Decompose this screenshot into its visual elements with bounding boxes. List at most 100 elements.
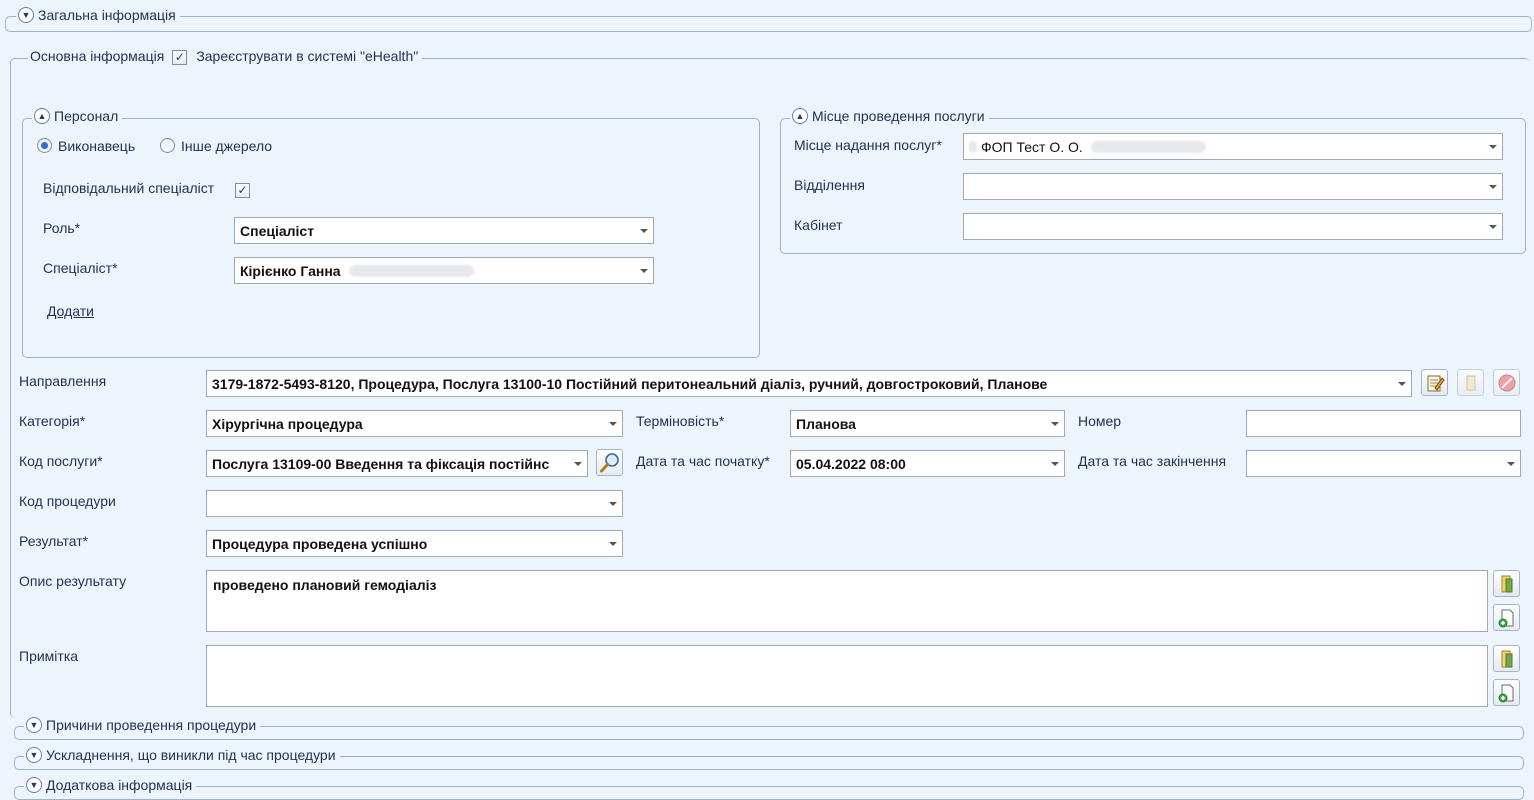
department-label: Відділення: [794, 177, 865, 193]
department-select[interactable]: [963, 173, 1503, 200]
complications-section-header[interactable]: ▼ Ускладнення, що виникли під час процед…: [24, 747, 340, 763]
procedure-code-label: Код процедури: [19, 493, 116, 509]
role-label: Роль*: [43, 220, 81, 236]
folder-icon: [1466, 375, 1475, 390]
result-description-label: Опис результату: [19, 573, 127, 589]
additional-section-title: Додаткова інформація: [46, 777, 193, 793]
end-datetime-select[interactable]: [1246, 450, 1521, 477]
result-description-value: проведено плановий гемодіаліз: [213, 577, 437, 593]
redacted-mask: [1090, 140, 1206, 153]
redacted-mask: [348, 264, 474, 277]
chevron-down-icon[interactable]: ▼: [26, 777, 42, 793]
radio-executor-label: Виконавець: [58, 138, 136, 154]
note-add-document-button[interactable]: [1493, 679, 1520, 706]
referral-select[interactable]: 3179-1872-5493-8120, Процедура, Послуга …: [206, 370, 1412, 397]
redacted-mask: [969, 140, 977, 153]
referral-value: 3179-1872-5493-8120, Процедура, Послуга …: [212, 375, 1048, 392]
dropdown-arrow-icon[interactable]: [1051, 461, 1059, 466]
clear-referral-button[interactable]: [1493, 369, 1520, 396]
location-header[interactable]: ▲ Місце проведення послуги: [790, 108, 989, 124]
chevron-down-icon[interactable]: ▼: [26, 717, 42, 733]
role-value: Спеціаліст: [240, 222, 315, 239]
add-document-icon: [1498, 609, 1513, 627]
note-textarea[interactable]: [206, 645, 1488, 707]
category-label: Категорія*: [19, 413, 86, 429]
responsible-specialist-checkbox[interactable]: ✓: [235, 183, 250, 198]
specialist-label: Спеціаліст*: [43, 260, 118, 276]
edit-referral-button[interactable]: [1421, 369, 1448, 396]
start-datetime-label: Дата та час початку*: [636, 453, 770, 469]
service-code-select[interactable]: Послуга 13109-00 Введення та фіксація по…: [206, 450, 588, 477]
chevron-down-icon[interactable]: ▼: [18, 7, 34, 23]
chevron-up-icon[interactable]: ▲: [792, 108, 808, 124]
note-template-button[interactable]: [1493, 645, 1520, 672]
start-datetime-select[interactable]: 05.04.2022 08:00: [790, 450, 1065, 477]
result-select[interactable]: Процедура проведена успішно: [206, 530, 623, 557]
complications-section-title: Ускладнення, що виникли під час процедур…: [46, 747, 336, 763]
radio-executor[interactable]: [37, 138, 52, 153]
main-info-header: Основна інформація ✓ Зареєструвати в сис…: [28, 48, 423, 65]
result-add-document-button[interactable]: [1493, 604, 1520, 631]
cabinet-select[interactable]: [963, 213, 1503, 240]
chevron-down-icon[interactable]: ▼: [26, 747, 42, 763]
specialist-select[interactable]: Кірієнко Ганна: [234, 257, 654, 284]
open-referral-button[interactable]: [1457, 369, 1484, 396]
dropdown-arrow-icon[interactable]: [1051, 421, 1059, 426]
dropdown-arrow-icon[interactable]: [1489, 144, 1497, 149]
dropdown-arrow-icon[interactable]: [640, 228, 648, 233]
dropdown-arrow-icon[interactable]: [1507, 461, 1515, 466]
dropdown-arrow-icon[interactable]: [1398, 381, 1406, 386]
notepad-edit-icon: [1427, 375, 1445, 391]
specialist-value: Кірієнко Ганна: [240, 262, 341, 279]
service-place-select[interactable]: ФОП Тест О. О.: [963, 133, 1503, 160]
book-icon: [1501, 575, 1512, 592]
service-code-label: Код послуги*: [19, 453, 103, 469]
result-description-textarea[interactable]: проведено плановий гемодіаліз: [206, 570, 1488, 632]
procedure-code-select[interactable]: [206, 490, 623, 517]
end-datetime-label: Дата та час закінчення: [1078, 453, 1227, 469]
personnel-title: Персонал: [54, 108, 119, 124]
note-label: Примітка: [19, 648, 79, 664]
general-section-header[interactable]: ▼ Загальна інформація: [16, 7, 180, 23]
urgency-label: Терміновість*: [636, 413, 725, 429]
general-section-title: Загальна інформація: [38, 7, 176, 23]
number-input[interactable]: [1246, 410, 1521, 437]
referral-label: Направлення: [19, 373, 107, 389]
urgency-select[interactable]: Планова: [790, 410, 1065, 437]
start-datetime-value: 05.04.2022 08:00: [796, 455, 906, 472]
dropdown-arrow-icon[interactable]: [609, 421, 617, 426]
service-code-value: Послуга 13109-00 Введення та фіксація по…: [212, 455, 550, 472]
role-select[interactable]: Спеціаліст: [234, 217, 654, 244]
reasons-section-header[interactable]: ▼ Причини проведення процедури: [24, 717, 261, 733]
category-select[interactable]: Хірургічна процедура: [206, 410, 623, 437]
dropdown-arrow-icon[interactable]: [640, 268, 648, 273]
dropdown-arrow-icon[interactable]: [609, 501, 617, 506]
urgency-value: Планова: [796, 415, 856, 432]
add-document-icon: [1498, 684, 1513, 702]
dropdown-arrow-icon[interactable]: [574, 461, 582, 466]
search-service-button[interactable]: [596, 449, 623, 476]
general-section-frame: [5, 16, 1532, 32]
book-icon: [1501, 650, 1512, 667]
category-value: Хірургічна процедура: [212, 415, 363, 432]
additional-section-header[interactable]: ▼ Додаткова інформація: [24, 777, 197, 793]
dropdown-arrow-icon[interactable]: [609, 541, 617, 546]
location-title: Місце проведення послуги: [812, 108, 985, 124]
result-label: Результат*: [19, 533, 89, 549]
register-ehealth-checkbox[interactable]: ✓: [172, 50, 188, 65]
add-personnel-link[interactable]: Додати: [47, 303, 94, 319]
register-ehealth-label: Зареєструвати в системі "eHealth": [196, 48, 419, 64]
service-place-value: ФОП Тест О. О.: [981, 138, 1083, 155]
personnel-header[interactable]: ▲ Персонал: [32, 108, 123, 124]
number-label: Номер: [1078, 413, 1122, 429]
cabinet-label: Кабінет: [794, 217, 843, 233]
dropdown-arrow-icon[interactable]: [1489, 224, 1497, 229]
service-place-label: Місце надання послуг*: [794, 137, 942, 153]
dropdown-arrow-icon[interactable]: [1489, 184, 1497, 189]
reasons-section-title: Причини проведення процедури: [46, 717, 257, 733]
chevron-up-icon[interactable]: ▲: [34, 108, 50, 124]
magnifier-icon: [599, 452, 619, 472]
result-template-button[interactable]: [1493, 570, 1520, 597]
result-value: Процедура проведена успішно: [212, 535, 428, 552]
radio-other-source[interactable]: [160, 138, 175, 153]
